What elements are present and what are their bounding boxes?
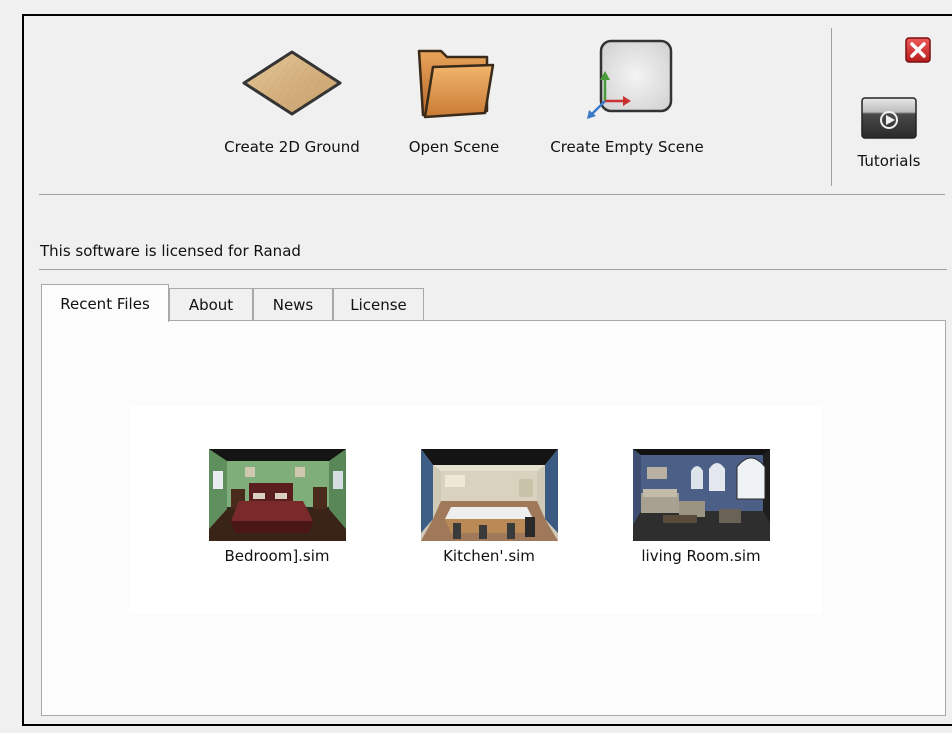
- tab-about[interactable]: About: [169, 288, 253, 320]
- recent-file-item[interactable]: Kitchen'.sim: [419, 449, 559, 565]
- recent-files-panel: Bedroom].sim Kitchen'.sim living Room.si…: [41, 320, 946, 716]
- tutorials-label: Tutorials: [857, 152, 921, 170]
- empty-scene-icon: [572, 28, 682, 138]
- bedroom-thumbnail: [208, 449, 346, 541]
- create-empty-scene-button[interactable]: Create Empty Scene: [542, 28, 712, 156]
- living-room-thumbnail: [632, 449, 770, 541]
- toolbar-divider: [39, 194, 945, 195]
- kitchen-thumbnail: [420, 449, 558, 541]
- create-2d-ground-label: Create 2D Ground: [224, 138, 360, 156]
- tab-license[interactable]: License: [333, 288, 424, 320]
- ground-plane-icon: [232, 28, 352, 138]
- recent-file-name: living Room.sim: [641, 547, 761, 565]
- video-player-icon: [859, 96, 919, 140]
- folder-icon: [399, 28, 509, 138]
- close-icon[interactable]: [905, 37, 931, 63]
- open-scene-button[interactable]: Open Scene: [394, 28, 514, 156]
- recent-files-list: Bedroom].sim Kitchen'.sim living Room.si…: [129, 406, 822, 614]
- tab-news[interactable]: News: [253, 288, 333, 320]
- create-2d-ground-button[interactable]: Create 2D Ground: [207, 28, 377, 156]
- create-empty-scene-label: Create Empty Scene: [550, 138, 704, 156]
- start-dialog: Create 2D Ground Open Scene Create Empty…: [22, 14, 952, 726]
- tutorials-button[interactable]: Tutorials: [849, 96, 929, 170]
- recent-file-item[interactable]: Bedroom].sim: [207, 449, 347, 565]
- toolbar-separator: [831, 28, 832, 186]
- toolbar: Create 2D Ground Open Scene Create Empty…: [37, 28, 943, 196]
- license-text: This software is licensed for Ranad: [40, 242, 301, 260]
- recent-file-name: Bedroom].sim: [224, 547, 330, 565]
- license-divider: [39, 269, 947, 270]
- recent-file-name: Kitchen'.sim: [443, 547, 535, 565]
- recent-file-item[interactable]: living Room.sim: [631, 449, 771, 565]
- tab-recent-files[interactable]: Recent Files: [41, 284, 169, 322]
- open-scene-label: Open Scene: [408, 138, 500, 156]
